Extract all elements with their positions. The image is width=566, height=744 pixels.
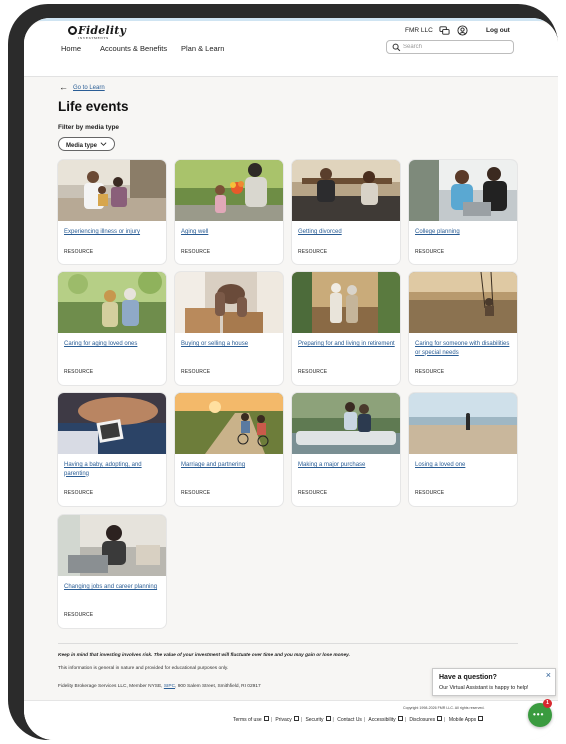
external-link-icon bbox=[293, 716, 299, 721]
card-aging-well[interactable]: Aging well RESOURCE bbox=[175, 160, 283, 264]
footer-links: Terms of use | Privacy | Security | Contact… bbox=[233, 716, 484, 723]
profile-icon[interactable] bbox=[457, 25, 468, 36]
card-major-purchase[interactable]: Making a major purchase RESOURCE bbox=[292, 393, 400, 506]
search-icon bbox=[392, 43, 401, 52]
footer-link-privacy[interactable]: Privacy bbox=[275, 717, 291, 723]
retired-couple-walking-photo bbox=[292, 272, 400, 333]
filter-label: Filter by media type bbox=[58, 124, 120, 131]
external-link-icon bbox=[437, 716, 443, 721]
card-baby-parenting[interactable]: Having a baby, adopting, and parenting R… bbox=[58, 393, 166, 506]
external-link-icon bbox=[325, 716, 331, 721]
card-illness-injury[interactable]: Experiencing illness or injury RESOURCE bbox=[58, 160, 166, 264]
broker-disclaimer: Fidelity Brokerage Services LLC, Member … bbox=[58, 684, 261, 689]
card-caring-aging[interactable]: Caring for aging loved ones RESOURCE bbox=[58, 272, 166, 385]
external-link-icon bbox=[478, 716, 484, 721]
logout-link[interactable]: Log out bbox=[486, 27, 510, 34]
education-disclaimer: This information is general in nature an… bbox=[58, 666, 229, 671]
footer-link-contact[interactable]: Contact Us bbox=[337, 717, 362, 723]
risk-disclaimer: Keep in mind that investing involves ris… bbox=[58, 653, 350, 658]
sipc-link[interactable]: SIPC bbox=[164, 684, 175, 689]
father-son-laptop-photo bbox=[409, 160, 517, 221]
couple-on-couch-photo bbox=[292, 160, 400, 221]
footer-link-disclosures[interactable]: Disclosures bbox=[409, 717, 435, 723]
card-marriage-partnering[interactable]: Marriage and partnering RESOURCE bbox=[175, 393, 283, 506]
chevron-down-icon bbox=[100, 142, 107, 146]
grandmother-with-child-flowers-photo bbox=[175, 160, 283, 221]
card-getting-divorced[interactable]: Getting divorced RESOURCE bbox=[292, 160, 400, 264]
ultrasound-photo bbox=[58, 393, 166, 454]
card-college-planning[interactable]: College planning RESOURCE bbox=[409, 160, 517, 264]
back-to-learn[interactable]: ← Go to Learn bbox=[59, 82, 105, 92]
field-with-swing-photo bbox=[409, 272, 517, 333]
card-losing-loved-one[interactable]: Losing a loved one RESOURCE bbox=[409, 393, 517, 506]
external-link-icon bbox=[397, 716, 403, 721]
moving-boxes-photo bbox=[175, 272, 283, 333]
account-name[interactable]: FMR LLC bbox=[405, 27, 433, 34]
search-input[interactable] bbox=[403, 42, 508, 52]
logo-mark-icon bbox=[68, 26, 77, 35]
woman-with-elderly-mother-photo bbox=[58, 272, 166, 333]
page-title: Life events bbox=[58, 99, 129, 114]
footer-divider bbox=[58, 643, 518, 644]
chat-dots-icon: ••• bbox=[533, 710, 545, 719]
card-buying-selling-house[interactable]: Buying or selling a house RESOURCE bbox=[175, 272, 283, 385]
couple-cycling-vineyard-photo bbox=[175, 393, 283, 454]
footer-link-security[interactable]: Security bbox=[305, 717, 323, 723]
woman-at-desk-photo bbox=[58, 515, 166, 576]
message-icon[interactable] bbox=[439, 25, 450, 36]
fidelity-logo[interactable]: Fidelity INVESTMENTS bbox=[68, 24, 126, 40]
nav-home[interactable]: Home bbox=[61, 44, 81, 53]
nav-plan-learn[interactable]: Plan & Learn bbox=[181, 44, 224, 53]
media-type-dropdown[interactable]: Media type bbox=[58, 137, 115, 151]
footer-link-terms[interactable]: Terms of use bbox=[233, 717, 262, 723]
virtual-assistant-popup[interactable]: Have a question? Our Virtual Assistant i… bbox=[432, 668, 556, 696]
external-link-icon bbox=[263, 716, 269, 721]
footer-link-mobile-apps[interactable]: Mobile Apps bbox=[449, 717, 476, 723]
footer-link-accessibility[interactable]: Accessibility bbox=[368, 717, 395, 723]
person-on-beach-photo bbox=[409, 393, 517, 454]
card-disabilities[interactable]: Caring for someone with disabilities or … bbox=[409, 272, 517, 385]
nav-accounts-benefits[interactable]: Accounts & Benefits bbox=[100, 44, 167, 53]
notification-badge: 1 bbox=[543, 699, 552, 708]
doctor-with-patients-photo bbox=[58, 160, 166, 221]
copyright: Copyright 1998-2026 FMR LLC. All rights … bbox=[403, 706, 485, 710]
card-retirement[interactable]: Preparing for and living in retirement R… bbox=[292, 272, 400, 385]
couple-on-car-photo bbox=[292, 393, 400, 454]
search-box[interactable] bbox=[386, 40, 514, 54]
card-changing-jobs[interactable]: Changing jobs and career planning RESOUR… bbox=[58, 515, 166, 628]
arrow-left-icon: ← bbox=[59, 82, 68, 92]
close-icon[interactable]: × bbox=[546, 671, 551, 680]
